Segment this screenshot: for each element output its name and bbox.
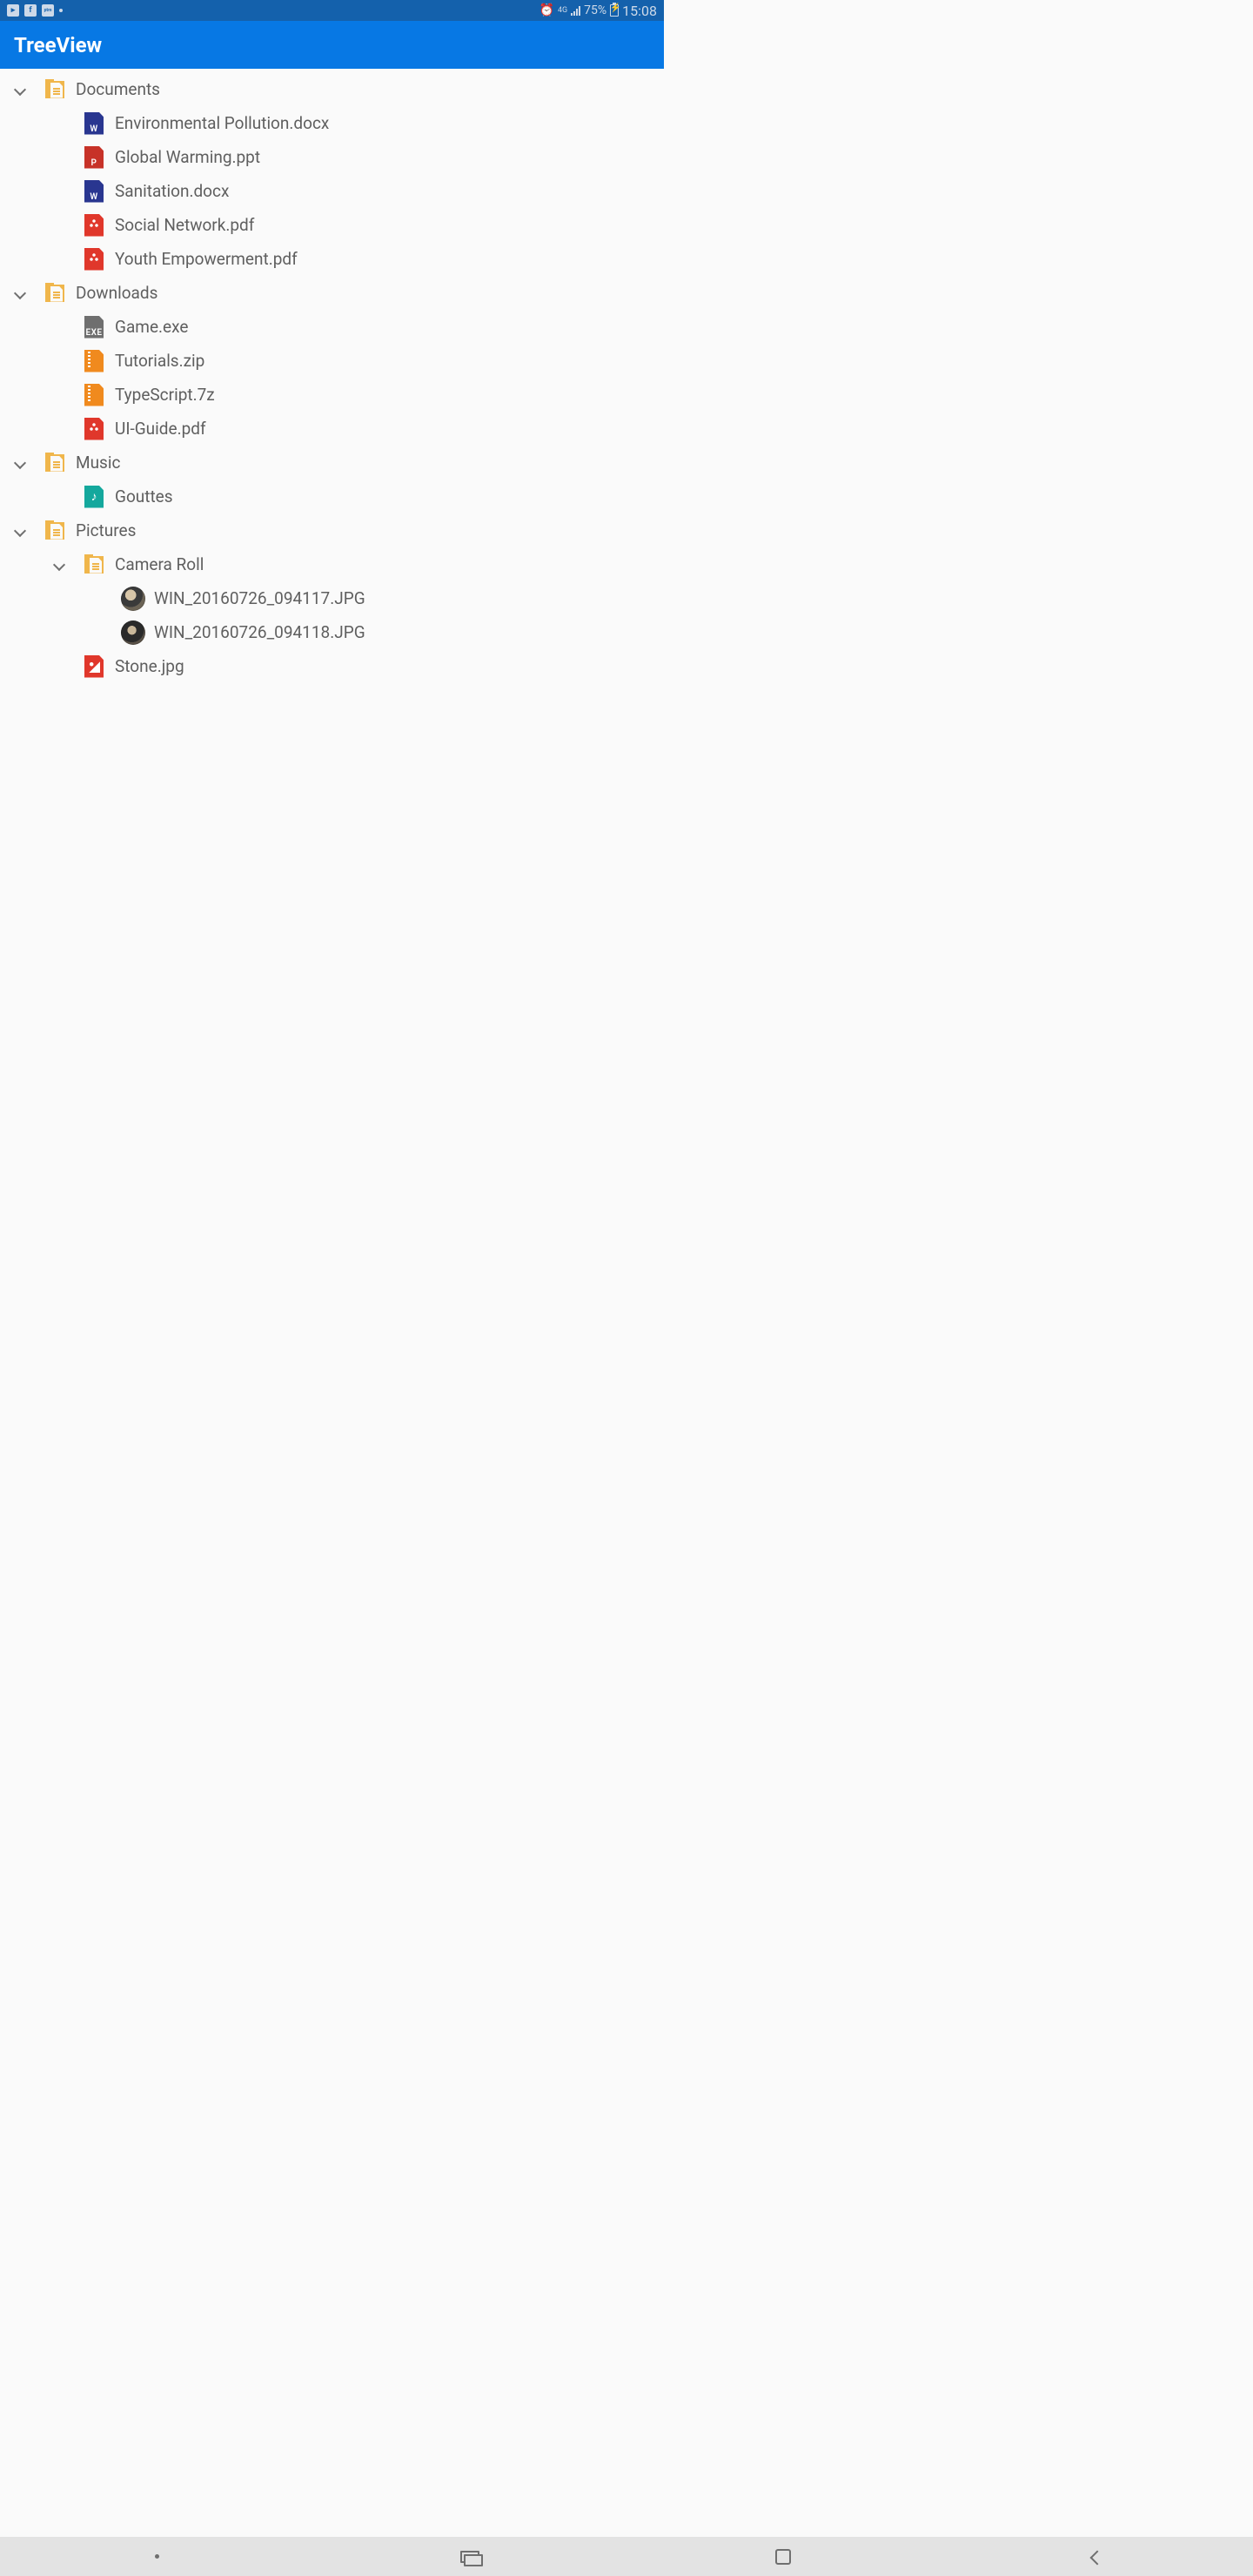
android-nav-bar <box>0 2537 1253 2576</box>
word-file-icon: W <box>84 112 104 135</box>
tree-file[interactable]: WIN_20160726_094117.JPG <box>0 581 664 615</box>
chevron-down-icon[interactable] <box>14 457 26 469</box>
tree-file[interactable]: WIN_20160726_094118.JPG <box>0 615 664 649</box>
nav-menu-button[interactable] <box>144 2544 170 2570</box>
tree-file[interactable]: EXE Game.exe <box>0 310 664 344</box>
chevron-down-icon[interactable] <box>14 84 26 96</box>
tree-file[interactable]: P Global Warming.ppt <box>0 140 664 174</box>
tree-file[interactable]: Tutorials.zip <box>0 344 664 378</box>
tree-item-label: Game.exe <box>110 317 188 337</box>
word-file-icon: W <box>84 180 104 203</box>
tree-item-label: TypeScript.7z <box>110 385 215 405</box>
folder-icon <box>45 79 64 100</box>
photo-thumbnail-icon <box>121 587 145 611</box>
photo-thumbnail-icon <box>121 621 145 645</box>
tree-view: DocumentsWEnvironmental Pollution.docxPG… <box>0 69 664 683</box>
status-left: ▸ f ptm <box>7 4 63 17</box>
status-bar: ▸ f ptm ⏰ 4G 75% 15:08 <box>0 0 664 21</box>
tree-file[interactable]: Gouttes <box>0 480 664 513</box>
tree-item-label: Environmental Pollution.docx <box>110 113 329 133</box>
status-dot-icon <box>59 9 63 12</box>
tree-file[interactable]: Social Network.pdf <box>0 208 664 242</box>
tree-folder[interactable]: Documents <box>0 72 664 106</box>
tree-folder[interactable]: Music <box>0 446 664 480</box>
archive-file-icon <box>84 350 104 372</box>
tree-item-label: Downloads <box>70 283 157 303</box>
network-icon: 4G <box>558 7 567 15</box>
chevron-down-icon[interactable] <box>14 287 26 299</box>
tree-file[interactable]: UI-Guide.pdf <box>0 412 664 446</box>
nav-back-button[interactable] <box>1083 2544 1109 2570</box>
tree-item-label: Documents <box>70 79 160 99</box>
tree-item-label: Music <box>70 453 120 473</box>
folder-icon <box>45 283 64 304</box>
tree-item-label: Stone.jpg <box>110 656 184 676</box>
clock: 15:08 <box>622 3 657 19</box>
audio-file-icon <box>84 486 104 508</box>
folder-icon <box>45 520 64 541</box>
app-title: TreeView <box>14 33 102 57</box>
tree-file[interactable]: W Environmental Pollution.docx <box>0 106 664 140</box>
tree-item-label: UI-Guide.pdf <box>110 419 206 439</box>
tree-item-label: Tutorials.zip <box>110 351 204 371</box>
image-file-icon <box>84 655 104 678</box>
pdf-file-icon <box>84 418 104 440</box>
nav-recent-button[interactable] <box>457 2544 483 2570</box>
tree-file[interactable]: Youth Empowerment.pdf <box>0 242 664 276</box>
archive-file-icon <box>84 384 104 406</box>
tree-folder[interactable]: Camera Roll <box>0 547 664 581</box>
pdf-file-icon <box>84 214 104 237</box>
chevron-down-icon[interactable] <box>53 559 65 571</box>
pdf-file-icon <box>84 248 104 271</box>
signal-icon <box>571 5 580 16</box>
chevron-down-icon[interactable] <box>14 525 26 537</box>
app-bar: TreeView <box>0 21 664 69</box>
battery-icon <box>610 4 619 17</box>
tree-item-label: Sanitation.docx <box>110 181 229 201</box>
tree-folder[interactable]: Pictures <box>0 513 664 547</box>
powerpoint-file-icon: P <box>84 146 104 169</box>
tree-file[interactable]: TypeScript.7z <box>0 378 664 412</box>
nav-home-button[interactable] <box>770 2544 796 2570</box>
alarm-icon: ⏰ <box>539 3 554 17</box>
tree-item-label: Global Warming.ppt <box>110 147 260 167</box>
status-right: ⏰ 4G 75% 15:08 <box>539 3 657 19</box>
tree-item-label: Social Network.pdf <box>110 215 254 235</box>
video-icon: ▸ <box>7 4 19 17</box>
paytm-icon: ptm <box>42 4 54 17</box>
battery-percent: 75% <box>584 3 606 17</box>
tree-item-label: Gouttes <box>110 486 173 506</box>
facebook-icon: f <box>24 4 37 17</box>
folder-icon <box>45 453 64 473</box>
tree-item-label: Youth Empowerment.pdf <box>110 249 298 269</box>
folder-icon <box>84 554 104 575</box>
tree-file[interactable]: Stone.jpg <box>0 649 664 683</box>
tree-item-label: WIN_20160726_094117.JPG <box>149 588 365 608</box>
tree-item-label: Pictures <box>70 520 136 540</box>
tree-folder[interactable]: Downloads <box>0 276 664 310</box>
tree-file[interactable]: W Sanitation.docx <box>0 174 664 208</box>
tree-item-label: WIN_20160726_094118.JPG <box>149 622 365 642</box>
tree-item-label: Camera Roll <box>110 554 204 574</box>
exe-file-icon: EXE <box>84 316 104 339</box>
